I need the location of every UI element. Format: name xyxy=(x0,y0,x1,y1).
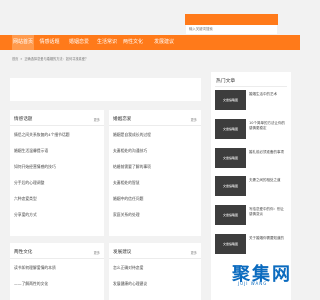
list-item[interactable]: 发展健康的心理建议 xyxy=(113,281,197,287)
article-title[interactable]: 夫妻之间的相处之道 xyxy=(249,178,287,183)
panel-header: 婚姻恋爱 更多 xyxy=(109,110,201,126)
article-list: 婚姻是自我成长的过程 夫妻相处的沟通技巧 结婚前需要了解的事项 夫妻相处的智慧 … xyxy=(113,132,197,218)
panel-title: 发展建议 xyxy=(113,250,132,255)
article-title[interactable]: 10个简单的方法让你的感情更稳定 xyxy=(249,121,287,131)
panel-header: 发展建议 更多 xyxy=(109,243,201,259)
list-item[interactable]: 家庭关系的处理 xyxy=(113,212,197,218)
list-item[interactable]: 怎么正确对待恋爱 xyxy=(113,265,197,271)
search-box[interactable] xyxy=(185,14,278,34)
panel-title: 婚姻恋爱 xyxy=(113,117,132,122)
more-link[interactable]: 更多 xyxy=(191,117,197,122)
breadcrumb-current: 正确选择恋爱与婚姻的方法：如何寻找真爱？ xyxy=(24,57,89,61)
nav-item-advice[interactable]: 发展建议 xyxy=(153,35,175,50)
article-title[interactable]: 写给恋爱中的你：别让感情变淡 xyxy=(249,207,287,217)
list-item[interactable]: 读书如何理解爱情的本质 xyxy=(14,265,100,271)
panel-culture: 两性文化 更多 读书如何理解爱情的本质 ——了解两性的文化 xyxy=(10,243,104,300)
article-list: 情侣之间关系恢复的4个细节话题 婚姻生活温馨提示语 如何开始经营情感的技巧 分手… xyxy=(14,132,100,218)
hero-banner xyxy=(10,78,201,101)
list-item[interactable]: 六种恋爱类型 xyxy=(14,196,100,202)
article-thumbnail[interactable]: 文章缩略图 xyxy=(215,234,246,254)
nav-item-emotion[interactable]: 情感话题 xyxy=(38,35,61,50)
article-thumbnail[interactable]: 文章缩略图 xyxy=(215,90,246,110)
list-item[interactable]: 分手后的心理调整 xyxy=(14,180,100,186)
article-thumbnail[interactable]: 文章缩略图 xyxy=(215,148,246,168)
sidebar-article[interactable]: 文章缩略图 婚姻生活中的艺术 xyxy=(215,90,287,112)
breadcrumb-separator: » xyxy=(20,57,23,61)
sidebar-article[interactable]: 文章缩略图 写给恋爱中的你：别让感情变淡 xyxy=(215,205,287,227)
more-link[interactable]: 更多 xyxy=(191,250,197,255)
list-item[interactable]: 夫妻相处的智慧 xyxy=(113,180,197,186)
list-item[interactable]: 情侣之间关系恢复的4个细节话题 xyxy=(14,132,100,138)
panel-emotion: 情感话题 更多 情侣之间关系恢复的4个细节话题 婚姻生活温馨提示语 如何开始经营… xyxy=(10,110,104,236)
breadcrumb-home[interactable]: 首页 xyxy=(12,57,18,61)
panel-header: 情感话题 更多 xyxy=(10,110,104,126)
nav-item-home[interactable]: 网站首页 xyxy=(12,35,34,50)
article-thumbnail[interactable]: 文章缩略图 xyxy=(215,205,246,225)
nav-bar: 网站首页 情感话题 婚姻恋爱 生活常识 两性文化 发展建议 xyxy=(0,35,300,50)
list-item[interactable]: 婚姻中的信任问题 xyxy=(113,196,197,202)
list-item[interactable]: 夫妻相处的沟通技巧 xyxy=(113,148,197,154)
panel-title: 情感话题 xyxy=(14,117,33,122)
article-title[interactable]: 婚礼前必须准备的事项 xyxy=(249,150,287,155)
divider xyxy=(215,86,287,87)
nav-item-culture[interactable]: 两性文化 xyxy=(122,35,144,50)
list-item[interactable]: 分享爱的方式 xyxy=(14,212,100,218)
panel-marriage: 婚姻恋爱 更多 婚姻是自我成长的过程 夫妻相处的沟通技巧 结婚前需要了解的事项 … xyxy=(109,110,201,236)
search-input[interactable] xyxy=(186,24,277,34)
article-thumbnail[interactable]: 文章缩略图 xyxy=(215,176,246,196)
more-link[interactable]: 更多 xyxy=(94,117,100,122)
watermark-subtext: JUJI WANG xyxy=(238,281,268,286)
nav-item-marriage[interactable]: 婚姻恋爱 xyxy=(68,35,90,50)
sidebar-article[interactable]: 文章缩略图 婚礼前必须准备的事项 xyxy=(215,148,287,170)
sidebar-article[interactable]: 文章缩略图 10个简单的方法让你的感情更稳定 xyxy=(215,119,287,141)
article-title[interactable]: 婚姻生活中的艺术 xyxy=(249,92,287,97)
sidebar-article[interactable]: 文章缩略图 夫妻之间的相处之道 xyxy=(215,176,287,198)
list-item[interactable]: ——了解两性的文化 xyxy=(14,281,100,287)
list-item[interactable]: 婚姻生活温馨提示语 xyxy=(14,148,100,154)
more-link[interactable]: 更多 xyxy=(94,250,100,255)
breadcrumb: 首页 » 正确选择恋爱与婚姻的方法：如何寻找真爱？ xyxy=(12,56,89,61)
panel-header: 两性文化 更多 xyxy=(10,243,104,259)
article-thumbnail[interactable]: 文章缩略图 xyxy=(215,119,246,139)
article-list: 读书如何理解爱情的本质 ——了解两性的文化 xyxy=(14,265,100,287)
panel-advice: 发展建议 更多 怎么正确对待恋爱 发展健康的心理建议 xyxy=(109,243,201,300)
article-title[interactable]: 关于婚姻你需要知道的 xyxy=(249,236,287,241)
list-item[interactable]: 婚姻是自我成长的过程 xyxy=(113,132,197,138)
panel-title: 两性文化 xyxy=(14,250,33,255)
article-list: 怎么正确对待恋爱 发展健康的心理建议 xyxy=(113,265,197,287)
list-item[interactable]: 结婚前需要了解的事项 xyxy=(113,164,197,170)
sidebar-title: 热门文章 xyxy=(216,79,236,84)
sidebar-article[interactable]: 文章缩略图 关于婚姻你需要知道的 xyxy=(215,234,287,256)
nav-item-life[interactable]: 生活常识 xyxy=(96,35,118,50)
list-item[interactable]: 如何开始经营情感的技巧 xyxy=(14,164,100,170)
